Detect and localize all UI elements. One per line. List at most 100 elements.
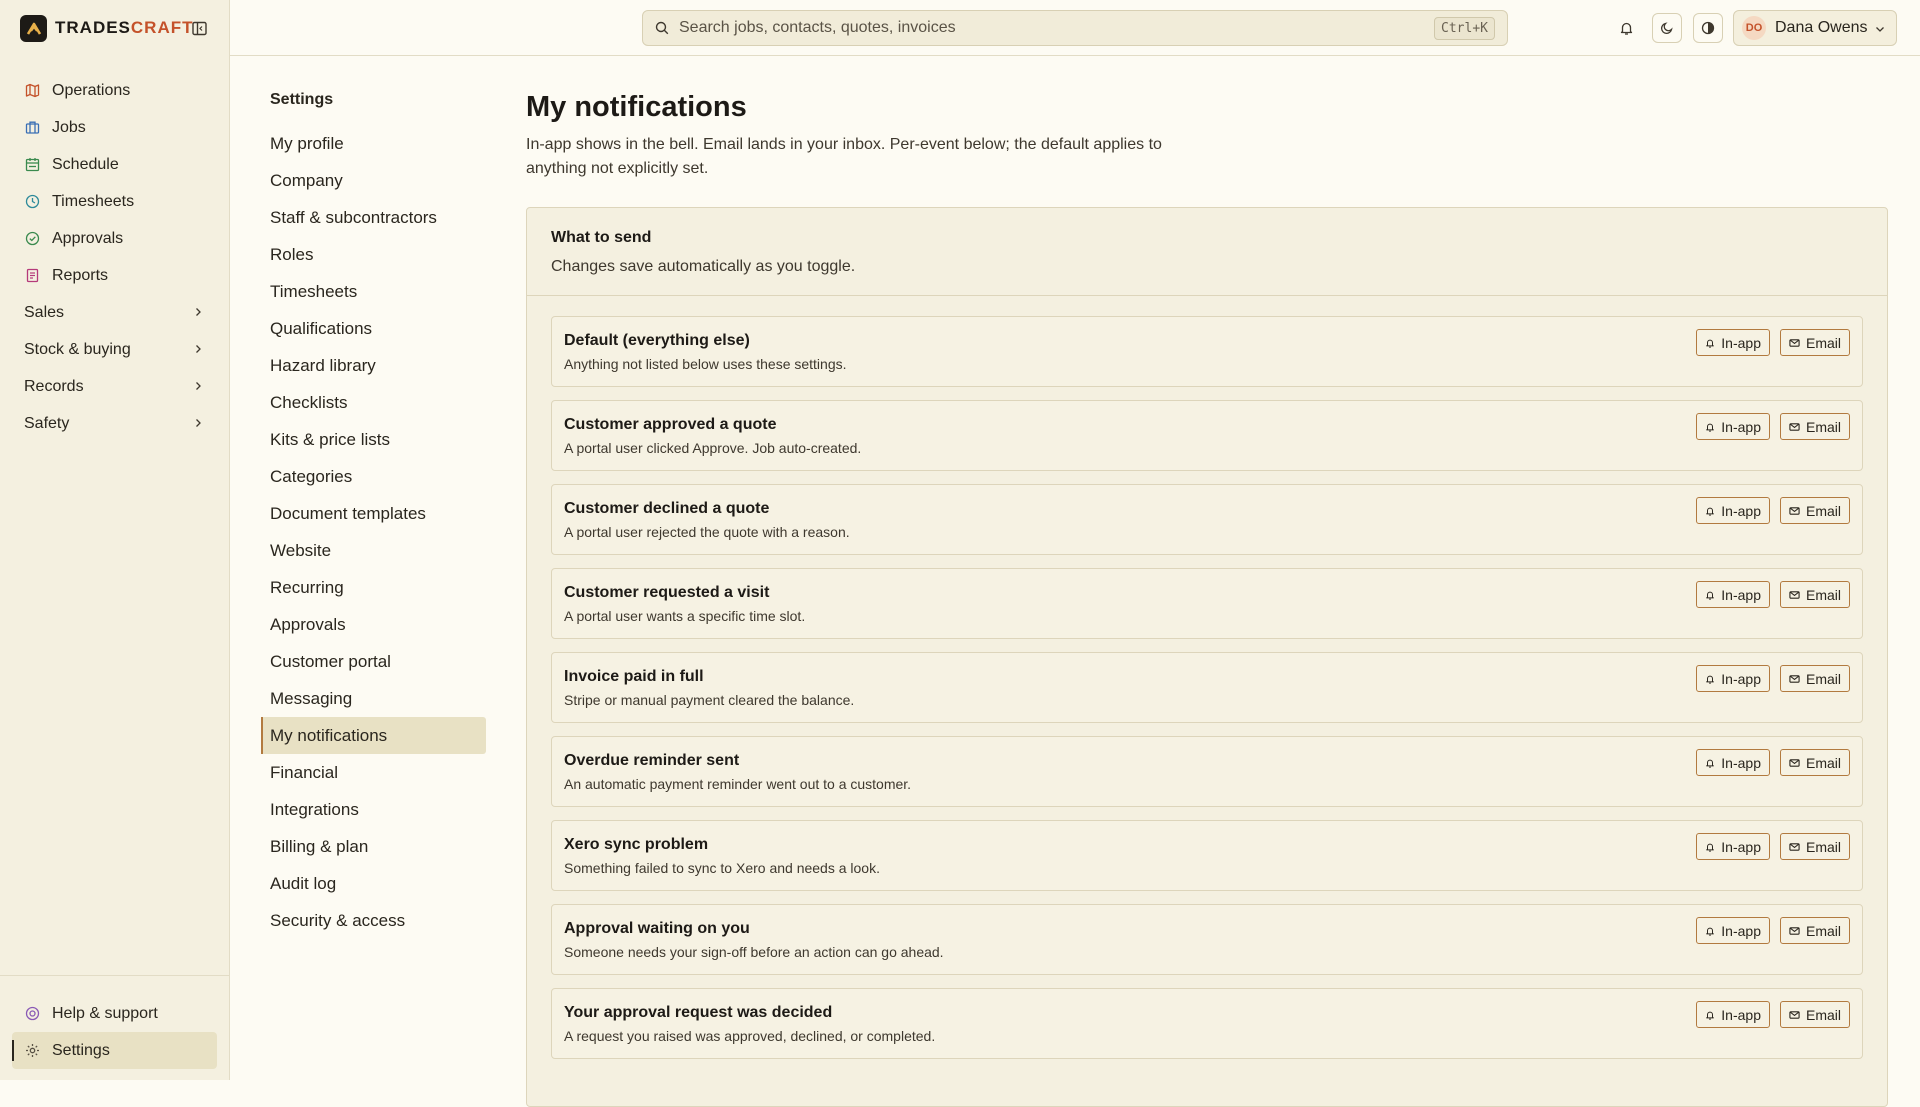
- mail-icon: [1789, 590, 1800, 599]
- settings-nav-item-security-and-access[interactable]: Security & access: [261, 902, 486, 939]
- settings-nav-item-website[interactable]: Website: [261, 532, 486, 569]
- email-label: Email: [1805, 670, 1841, 687]
- inapp-label: In-app: [1721, 502, 1761, 519]
- help-icon: [24, 1006, 40, 1022]
- email-label: Email: [1805, 1006, 1841, 1023]
- inapp-toggle[interactable]: In-app: [1696, 749, 1770, 776]
- settings-nav-item-approvals[interactable]: Approvals: [261, 606, 486, 643]
- user-menu-button[interactable]: DO Dana Owens: [1733, 10, 1897, 46]
- brand[interactable]: TRADESCRAFT: [20, 14, 194, 42]
- notification-event-row: Customer declined a quote A portal user r…: [551, 484, 1863, 555]
- inapp-toggle[interactable]: In-app: [1696, 329, 1770, 356]
- event-title: Approval waiting on you: [564, 920, 750, 937]
- contrast-toggle-icon[interactable]: [1693, 13, 1723, 43]
- inapp-label: In-app: [1721, 1006, 1761, 1023]
- email-toggle[interactable]: Email: [1779, 581, 1850, 608]
- email-toggle[interactable]: Email: [1779, 497, 1850, 524]
- bell-icon[interactable]: [1611, 13, 1641, 43]
- email-toggle[interactable]: Email: [1779, 1001, 1850, 1028]
- notification-event-row: Customer approved a quote A portal user c…: [551, 400, 1863, 471]
- nav-group-stock-buying[interactable]: Stock & buying: [12, 331, 218, 368]
- nav-item-help-support[interactable]: Help & support: [12, 995, 217, 1032]
- dark-mode-toggle-icon[interactable]: [1652, 13, 1682, 43]
- nav-item-reports[interactable]: Reports: [12, 257, 218, 294]
- gear-icon: [24, 1043, 40, 1059]
- settings-nav-item-audit-log[interactable]: Audit log: [261, 865, 486, 902]
- settings-nav-item-messaging[interactable]: Messaging: [261, 680, 486, 717]
- event-title: Overdue reminder sent: [564, 752, 740, 769]
- bell-icon: [1706, 1011, 1715, 1020]
- inapp-label: In-app: [1721, 754, 1761, 771]
- settings-nav-item-kits-and-price-lists[interactable]: Kits & price lists: [261, 421, 486, 458]
- inapp-label: In-app: [1721, 334, 1761, 351]
- email-toggle[interactable]: Email: [1779, 329, 1850, 356]
- inapp-toggle[interactable]: In-app: [1696, 581, 1770, 608]
- nav-item-jobs[interactable]: Jobs: [12, 109, 218, 146]
- notification-event-row: Approval waiting on you Someone needs you…: [551, 904, 1863, 975]
- inapp-toggle[interactable]: In-app: [1696, 1001, 1770, 1028]
- email-toggle[interactable]: Email: [1779, 749, 1850, 776]
- clock-icon: [24, 194, 40, 210]
- settings-nav: Settings My profile Company Staff & subcon…: [261, 86, 486, 939]
- nav-group-label: Records: [24, 377, 84, 395]
- nav-item-operations[interactable]: Operations: [12, 72, 218, 109]
- email-toggle[interactable]: Email: [1779, 413, 1850, 440]
- settings-nav-item-timesheets[interactable]: Timesheets: [261, 273, 486, 310]
- settings-nav-item-financial[interactable]: Financial: [261, 754, 486, 791]
- map-icon: [24, 83, 40, 99]
- settings-nav-item-my-notifications[interactable]: My notifications: [261, 717, 486, 754]
- nav-item-approvals[interactable]: Approvals: [12, 220, 218, 257]
- inapp-toggle[interactable]: In-app: [1696, 665, 1770, 692]
- settings-nav-item-qualifications[interactable]: Qualifications: [261, 310, 486, 347]
- settings-nav-item-roles[interactable]: Roles: [261, 236, 486, 273]
- topbar: Search jobs, contacts, quotes, invoices …: [230, 0, 1920, 56]
- email-toggle[interactable]: Email: [1779, 917, 1850, 944]
- email-toggle[interactable]: Email: [1779, 833, 1850, 860]
- email-label: Email: [1805, 838, 1841, 855]
- settings-nav-item-my-profile[interactable]: My profile: [261, 125, 486, 162]
- settings-nav-item-categories[interactable]: Categories: [261, 458, 486, 495]
- mail-icon: [1789, 1010, 1800, 1019]
- notification-event-row: Customer requested a visit A portal user …: [551, 568, 1863, 639]
- notification-event-row: Xero sync problem Something failed to syn…: [551, 820, 1863, 891]
- inapp-label: In-app: [1721, 838, 1761, 855]
- nav-group-records[interactable]: Records: [12, 368, 218, 405]
- page-description: In-app shows in the bell. Email lands in…: [526, 136, 1162, 177]
- settings-nav-item-document-templates[interactable]: Document templates: [261, 495, 486, 532]
- settings-nav-item-staff-and-subcontractors[interactable]: Staff & subcontractors: [261, 199, 486, 236]
- mail-icon: [1789, 926, 1800, 935]
- bell-icon: [1706, 843, 1715, 852]
- nav-group-safety[interactable]: Safety: [12, 405, 218, 442]
- search-placeholder: Search jobs, contacts, quotes, invoices: [679, 19, 956, 36]
- event-title: Xero sync problem: [564, 836, 709, 853]
- chevron-right-icon: [196, 308, 201, 316]
- email-label: Email: [1805, 334, 1841, 351]
- search-input[interactable]: Search jobs, contacts, quotes, invoices …: [642, 10, 1508, 46]
- nav-item-timesheets[interactable]: Timesheets: [12, 183, 218, 220]
- settings-nav-item-hazard-library[interactable]: Hazard library: [261, 347, 486, 384]
- page-title: My notifications: [526, 91, 747, 123]
- inapp-toggle[interactable]: In-app: [1696, 917, 1770, 944]
- settings-nav-item-recurring[interactable]: Recurring: [261, 569, 486, 606]
- inapp-label: In-app: [1721, 586, 1761, 603]
- nav-item-schedule[interactable]: Schedule: [12, 146, 218, 183]
- settings-nav-item-billing-and-plan[interactable]: Billing & plan: [261, 828, 486, 865]
- settings-nav-item-integrations[interactable]: Integrations: [261, 791, 486, 828]
- mail-icon: [1789, 842, 1800, 851]
- inapp-toggle[interactable]: In-app: [1696, 833, 1770, 860]
- inapp-toggle[interactable]: In-app: [1696, 413, 1770, 440]
- nav-group-sales[interactable]: Sales: [12, 294, 218, 331]
- collapse-sidebar-icon[interactable]: [190, 19, 208, 37]
- nav-item-settings[interactable]: Settings: [12, 1032, 217, 1069]
- mail-icon: [1789, 506, 1800, 515]
- settings-nav-item-company[interactable]: Company: [261, 162, 486, 199]
- mail-icon: [1789, 674, 1800, 683]
- email-toggle[interactable]: Email: [1779, 665, 1850, 692]
- notification-event-row: Overdue reminder sent An automatic paymen…: [551, 736, 1863, 807]
- card-header: What to send Changes save automatically …: [527, 208, 1887, 296]
- mail-icon: [1789, 758, 1800, 767]
- inapp-toggle[interactable]: In-app: [1696, 497, 1770, 524]
- settings-nav-item-checklists[interactable]: Checklists: [261, 384, 486, 421]
- inapp-label: In-app: [1721, 418, 1761, 435]
- settings-nav-item-customer-portal[interactable]: Customer portal: [261, 643, 486, 680]
